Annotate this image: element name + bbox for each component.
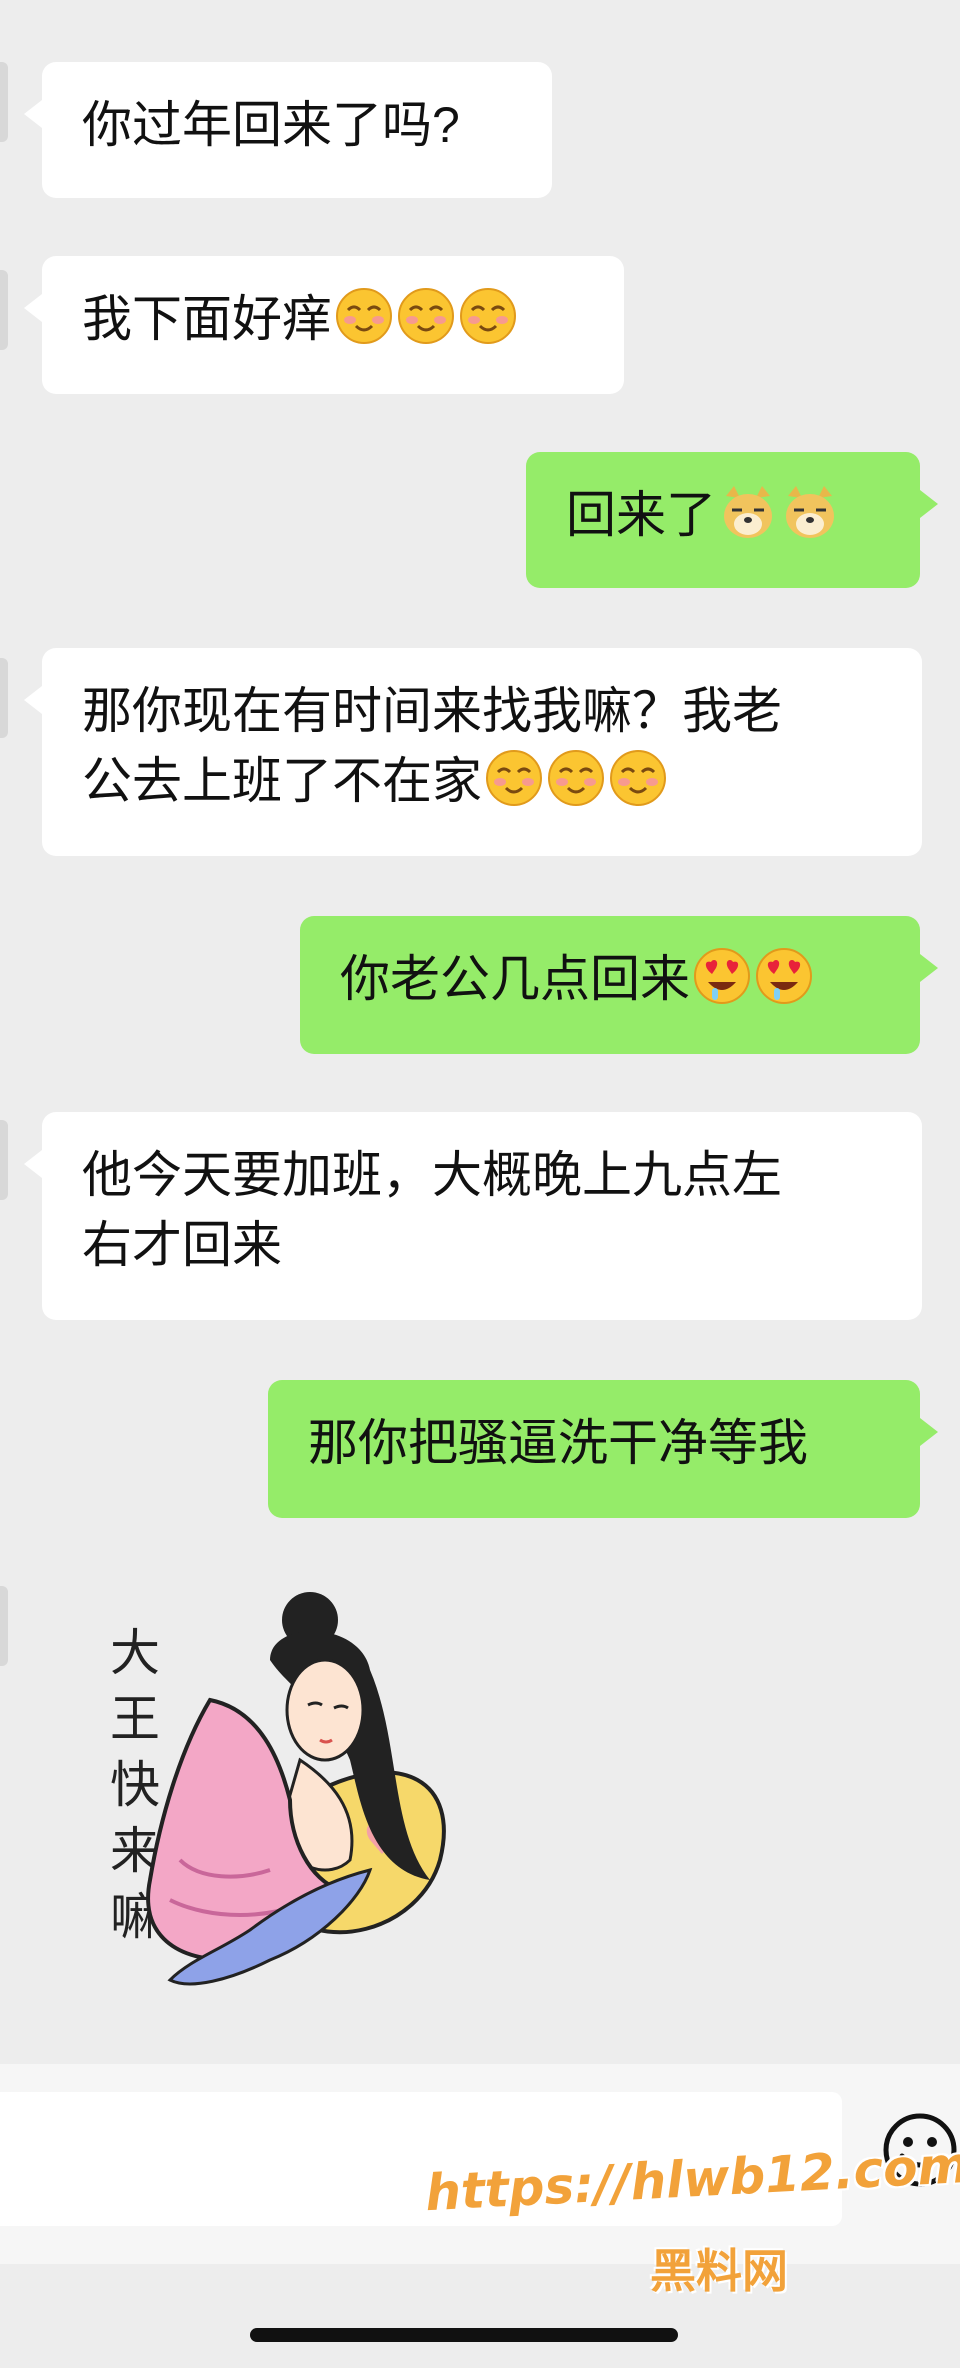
message-text: 你过年回来了吗? <box>82 97 460 153</box>
home-indicator[interactable] <box>250 2328 678 2342</box>
blush-smile-emoji-icon <box>486 750 542 806</box>
message-bubble-outgoing[interactable]: 回来了 <box>526 452 938 588</box>
message-text: 我下面好痒 <box>82 291 332 347</box>
heart-eyes-emoji-icon <box>694 948 750 1004</box>
watermark-name: 黑料网 <box>650 2244 788 2298</box>
message-bubble-incoming[interactable]: 那你现在有时间来找我嘛？我老 公去上班了不在家 <box>24 648 922 856</box>
message-bubble-outgoing[interactable]: 你老公几点回来 <box>300 916 938 1054</box>
avatar[interactable] <box>0 1120 8 1200</box>
blush-smile-emoji-icon <box>460 288 516 344</box>
message-text-line: 他今天要加班，大概晚上九点左 <box>82 1147 782 1203</box>
sticker-message[interactable]: 大 王 快 来 嘛 <box>70 1580 490 2020</box>
message-text: 你老公几点回来 <box>340 951 690 1007</box>
avatar[interactable] <box>0 62 8 142</box>
message-text: 回来了 <box>566 487 716 543</box>
message-bubble-incoming[interactable]: 你过年回来了吗? <box>24 62 552 198</box>
message-text-line: 公去上班了不在家 <box>82 753 482 809</box>
message-bubble-incoming[interactable]: 他今天要加班，大概晚上九点左 右才回来 <box>24 1112 922 1320</box>
cartoon-girl-sticker-icon <box>146 1592 446 1986</box>
message-text-line: 右才回来 <box>82 1217 282 1273</box>
avatar[interactable] <box>0 658 8 738</box>
blush-smile-emoji-icon <box>610 750 666 806</box>
message-text: 那你把骚逼洗干净等我 <box>308 1415 808 1471</box>
blush-smile-emoji-icon <box>548 750 604 806</box>
blush-smile-emoji-icon <box>336 288 392 344</box>
message-text-line: 那你现在有时间来找我嘛？我老 <box>82 683 782 739</box>
doge-emoji-icon <box>786 486 834 538</box>
blush-smile-emoji-icon <box>398 288 454 344</box>
heart-eyes-emoji-icon <box>756 948 812 1004</box>
avatar[interactable] <box>0 270 8 350</box>
message-bubble-incoming[interactable]: 我下面好痒 <box>24 256 624 394</box>
message-bubble-outgoing[interactable]: 那你把骚逼洗干净等我 <box>268 1380 938 1518</box>
avatar[interactable] <box>0 1586 8 1666</box>
doge-emoji-icon <box>724 486 772 538</box>
